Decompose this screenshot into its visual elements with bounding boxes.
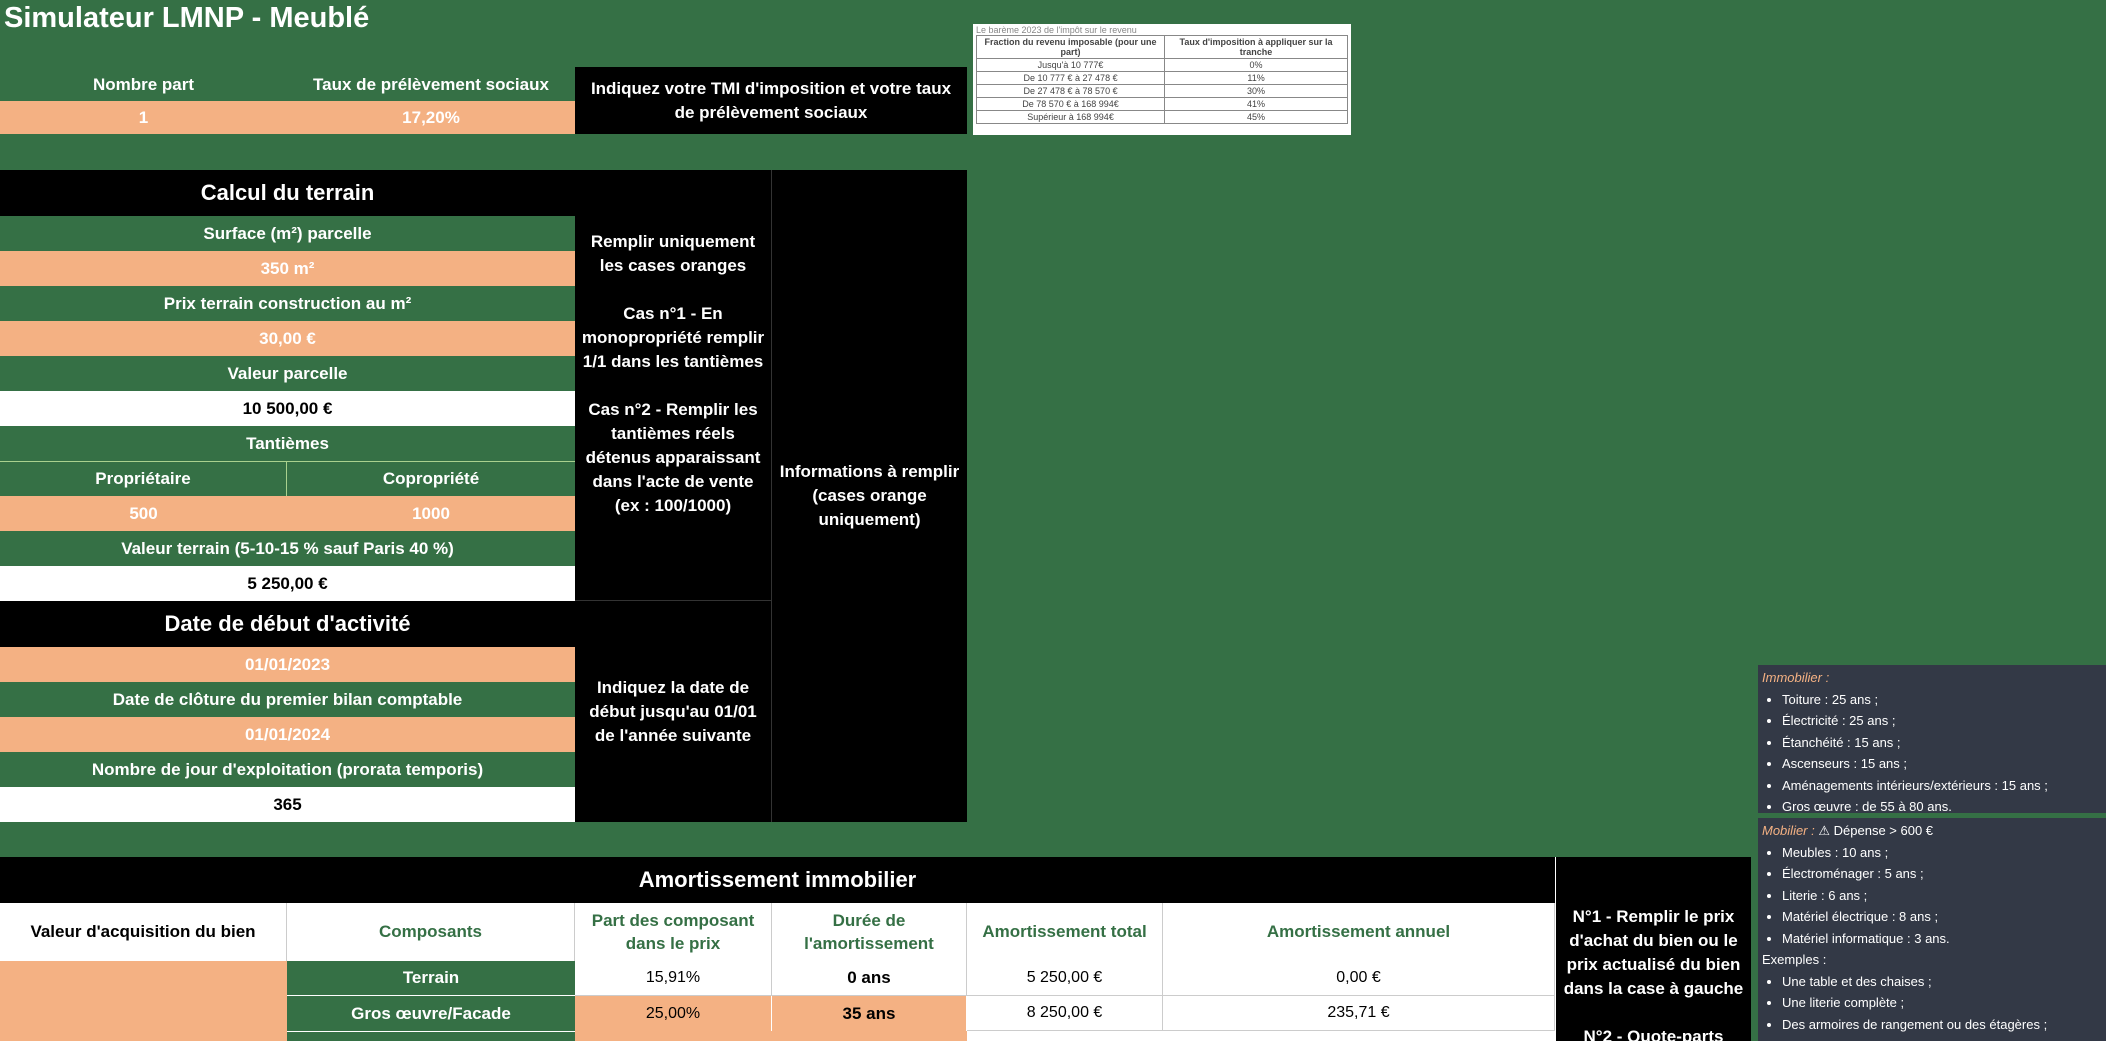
social-info-box: Indiquez votre TMI d'imposition et votre… (575, 67, 967, 134)
table-cell-duree-input[interactable]: 35 ans (772, 996, 967, 1031)
amortissement-instruction-1: N°1 - Remplir le prix d'achat du bien ou… (1563, 907, 1744, 998)
list-item: Une literie complète ; (1782, 992, 2102, 1014)
list-item: Électroménager : 5 ans ; (1782, 863, 2102, 885)
notes-immobilier: Immobilier : Toiture : 25 ans ; Électric… (1758, 665, 2106, 814)
bareme-header: Taux d'imposition à appliquer sur la tra… (1164, 35, 1348, 59)
notes-examples-label: Exemples : (1762, 952, 1827, 967)
bareme-cell: 0% (1164, 58, 1348, 72)
terrain-instructions: Remplir uniquement les cases oranges Cas… (575, 170, 772, 601)
date-instructions: Indiquez la date de début jusqu'au 01/01… (575, 601, 772, 822)
bareme-cell: 41% (1164, 97, 1348, 111)
list-item: Des armoires de rangement ou des étagère… (1782, 1014, 2102, 1036)
amortissement-instructions: N°1 - Remplir le prix d'achat du bien ou… (1555, 857, 1751, 1041)
nb-part-input[interactable]: 1 (0, 101, 287, 134)
date-debut-input[interactable]: 01/01/2023 (0, 647, 575, 682)
notes-mobilier-list: Meubles : 10 ans ; Électroménager : 5 an… (1762, 842, 2102, 950)
bareme-caption: Le barème 2023 de l'impôt sur le revenu (976, 25, 1137, 35)
total-header: Amortissement total (967, 903, 1163, 961)
nb-part-label: Nombre part (0, 70, 287, 100)
bareme-cell: 11% (1164, 71, 1348, 85)
notes-mobilier-heading: Mobilier : (1762, 823, 1815, 838)
copropriete-input[interactable]: 1000 (287, 496, 575, 531)
list-item: Électricité : 25 ans ; (1782, 710, 2102, 732)
list-item: Une table et des chaises ; (1782, 971, 2102, 993)
table-cell-duree: 0 ans (772, 961, 967, 996)
bareme-table: Le barème 2023 de l'impôt sur le revenu … (973, 24, 1351, 135)
list-item: Literie : 6 ans ; (1782, 885, 2102, 907)
list-item: Ascenseurs : 15 ans ; (1782, 753, 2102, 775)
taux-input[interactable]: 17,20% (287, 101, 575, 134)
warning-icon: ⚠ (1818, 823, 1831, 838)
duree-header: Durée de l'amortissement (772, 903, 967, 961)
terrain-title: Calcul du terrain (0, 170, 575, 216)
activite-title: Date de début d'activité (0, 601, 575, 647)
bareme-grid: Fraction du revenu imposable (pour une p… (975, 35, 1348, 124)
list-item: Aménagements intérieurs/extérieurs : 15 … (1782, 775, 2102, 797)
surface-input[interactable]: 350 m² (0, 251, 575, 286)
valeur-parcelle-label: Valeur parcelle (0, 356, 575, 391)
cloture-label: Date de clôture du premier bilan comptab… (0, 682, 575, 717)
valeur-terrain-value: 5 250,00 € (0, 566, 575, 601)
list-item: Étanchéité : 15 ans ; (1782, 732, 2102, 754)
list-item: Meubles : 10 ans ; (1782, 842, 2102, 864)
table-cell-total: 5 250,00 € (967, 961, 1163, 996)
table-cell-annuel: 0,00 € (1163, 961, 1555, 996)
bareme-cell: 45% (1164, 110, 1348, 124)
valeur-acquisition-input[interactable] (0, 961, 287, 1041)
notes-examples-list: Une table et des chaises ; Une literie c… (1762, 971, 2102, 1036)
valeur-parcelle-value: 10 500,00 € (0, 391, 575, 426)
terrain-instruction-3: Cas n°2 - Remplir les tantièmes réels dé… (585, 400, 761, 515)
bareme-cell: De 27 478 € à 78 570 € (975, 84, 1166, 98)
table-cell-part: 15,91% (575, 961, 772, 996)
table-row (287, 1031, 575, 1041)
table-cell-part-input[interactable]: 25,00% (575, 996, 772, 1031)
list-item: Matériel électrique : 8 ans ; (1782, 906, 2102, 928)
date-cloture-input[interactable]: 01/01/2024 (0, 717, 575, 752)
terrain-instruction-1: Remplir uniquement les cases oranges (590, 232, 756, 275)
prix-label: Prix terrain construction au m² (0, 286, 575, 321)
amortissement-title: Amortissement immobilier (0, 857, 1555, 903)
proprietaire-label: Propriétaire (0, 461, 287, 496)
part-header: Part des composant dans le prix (575, 903, 772, 961)
surface-label: Surface (m²) parcelle (0, 216, 575, 251)
bareme-cell: Jusqu'à 10 777€ (975, 58, 1166, 72)
bareme-header: Fraction du revenu imposable (pour une p… (975, 35, 1166, 59)
tantiemes-label: Tantièmes (0, 426, 575, 461)
bareme-cell: De 10 777 € à 27 478 € (975, 71, 1166, 85)
table-cell-total: 8 250,00 € (967, 996, 1163, 1031)
bareme-cell: Supérieur à 168 994€ (975, 110, 1166, 124)
valeur-terrain-label: Valeur terrain (5-10-15 % sauf Paris 40 … (0, 531, 575, 566)
informations-box: Informations à remplir (cases orange uni… (772, 170, 967, 822)
table-row-composant: Terrain (287, 961, 575, 996)
notes-mobilier: Mobilier : ⚠ Dépense > 600 € Meubles : 1… (1758, 818, 2106, 1041)
annuel-header: Amortissement annuel (1163, 903, 1555, 961)
page-title: Simulateur LMNP - Meublé (4, 2, 370, 34)
terrain-instruction-2: Cas n°1 - En monopropriété remplir 1/1 d… (581, 304, 765, 371)
bareme-cell: 30% (1164, 84, 1348, 98)
table-row[interactable] (575, 1031, 772, 1041)
table-row (967, 1031, 1555, 1041)
list-item: Matériel informatique : 3 ans. (1782, 928, 2102, 950)
table-row-composant: Gros œuvre/Facade (287, 996, 575, 1031)
notes-immobilier-list: Toiture : 25 ans ; Électricité : 25 ans … (1762, 689, 2102, 818)
jours-value: 365 (0, 787, 575, 822)
valeur-acquisition-header: Valeur d'acquisition du bien (0, 903, 287, 961)
table-row[interactable] (772, 1031, 967, 1041)
list-item: Gros œuvre : de 55 à 80 ans. (1782, 796, 2102, 818)
table-cell-annuel: 235,71 € (1163, 996, 1555, 1031)
notes-mobilier-warning: Dépense > 600 € (1833, 823, 1934, 838)
taux-label: Taux de prélèvement sociaux (287, 70, 575, 100)
copropriete-label: Copropriété (287, 461, 575, 496)
notes-immobilier-heading: Immobilier : (1762, 670, 1830, 685)
composants-header: Composants (287, 903, 575, 961)
proprietaire-input[interactable]: 500 (0, 496, 287, 531)
list-item: Toiture : 25 ans ; (1782, 689, 2102, 711)
bareme-cell: De 78 570 € à 168 994€ (975, 97, 1166, 111)
prix-input[interactable]: 30,00 € (0, 321, 575, 356)
amortissement-instruction-2: N°2 - Quote-parts (1583, 1027, 1724, 1041)
jours-label: Nombre de jour d'exploitation (prorata t… (0, 752, 575, 787)
